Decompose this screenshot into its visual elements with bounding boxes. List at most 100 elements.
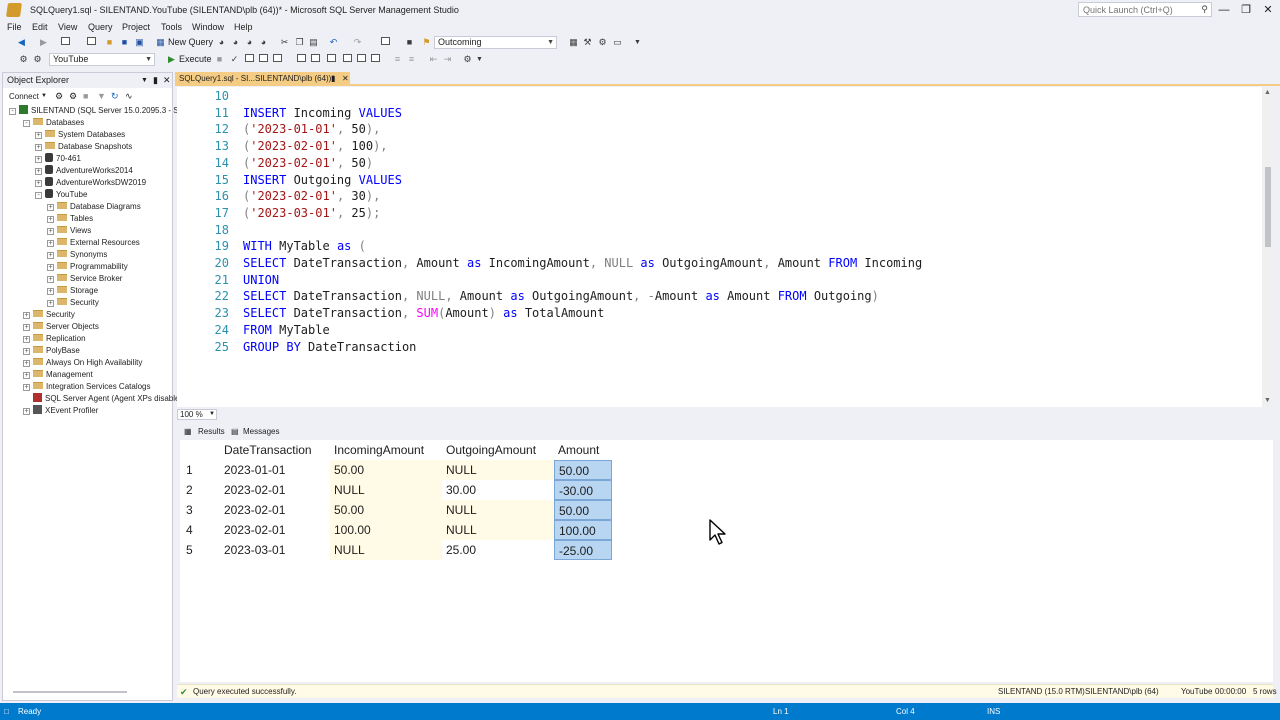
- tab-sqlquery1[interactable]: SQLQuery1.sql - SI...SILENTAND\plb (64))…: [175, 72, 350, 86]
- toolbar-options-icon[interactable]: ▼: [474, 54, 485, 65]
- grid-cell[interactable]: NULL: [330, 480, 442, 500]
- grid-cell[interactable]: 100.00: [554, 520, 612, 540]
- close-tab-icon[interactable]: ✕: [342, 72, 349, 86]
- code-line[interactable]: 15 INSERT Outgoing VALUES: [177, 172, 1257, 188]
- code-line[interactable]: 16 ('2023-02-01', 30),: [177, 188, 1257, 204]
- parse-checkmark-icon[interactable]: ✓: [229, 54, 240, 65]
- new-query-icon[interactable]: ▦: [155, 37, 166, 48]
- results-grid[interactable]: DateTransaction IncomingAmount OutgoingAmo…: [180, 440, 1273, 682]
- tree-node[interactable]: + Database Diagrams: [47, 201, 141, 213]
- expand-icon[interactable]: +: [47, 288, 54, 295]
- tree-node[interactable]: +70-461: [35, 153, 81, 165]
- expand-icon[interactable]: +: [47, 300, 54, 307]
- grid-cell[interactable]: 25.00: [442, 540, 554, 560]
- tree-node[interactable]: + Programmability: [47, 261, 128, 273]
- tools-icon[interactable]: ⚒: [582, 37, 593, 48]
- cut-icon[interactable]: ✂: [279, 37, 290, 48]
- find-combo[interactable]: Outcoming ▼: [434, 36, 557, 49]
- toolbar-options-icon[interactable]: ▼: [632, 37, 643, 48]
- code-line[interactable]: 14 ('2023-02-01', 50): [177, 155, 1257, 171]
- collapse-icon[interactable]: -: [23, 120, 30, 127]
- database-engine-query-icon[interactable]: ◕: [216, 37, 227, 48]
- tree-node[interactable]: + Integration Services Catalogs: [23, 381, 151, 393]
- close-icon[interactable]: ✕: [163, 73, 171, 88]
- stop-icon[interactable]: ■: [83, 91, 88, 102]
- panel-dropdown-icon[interactable]: ▼: [141, 73, 148, 88]
- specify-values-icon[interactable]: ⚙: [462, 54, 473, 65]
- grid-cell[interactable]: 100.00: [330, 520, 442, 540]
- open-folder-icon[interactable]: ■: [104, 37, 115, 48]
- paste-icon[interactable]: ▤: [308, 37, 319, 48]
- back-icon[interactable]: ◀: [16, 37, 27, 48]
- code-line[interactable]: 12 ('2023-01-01', 50),: [177, 121, 1257, 137]
- expand-icon[interactable]: +: [35, 168, 42, 175]
- code-line[interactable]: 11 INSERT Incoming VALUES: [177, 105, 1257, 121]
- query-designer-icon[interactable]: [258, 54, 269, 65]
- activity-monitor-icon[interactable]: ∿: [125, 91, 133, 102]
- search-icon[interactable]: ⚲: [1201, 4, 1208, 15]
- copy-icon[interactable]: ❐: [294, 37, 305, 48]
- tree-node[interactable]: + Always On High Availability: [23, 357, 142, 369]
- menu-query[interactable]: Query: [88, 20, 113, 34]
- tree-node[interactable]: - YouTube: [35, 189, 87, 201]
- tree-node[interactable]: + System Databases: [35, 129, 125, 141]
- tree-node[interactable]: + Database Snapshots: [35, 141, 132, 153]
- row-number[interactable]: 5: [180, 540, 220, 560]
- expand-icon[interactable]: +: [47, 264, 54, 271]
- tree-node[interactable]: + Security: [23, 309, 75, 321]
- grid-cell[interactable]: NULL: [442, 460, 554, 480]
- grid-cell[interactable]: NULL: [442, 500, 554, 520]
- filter-icon[interactable]: ▼: [97, 91, 106, 102]
- activity-monitor-icon[interactable]: [380, 37, 391, 48]
- expand-icon[interactable]: +: [23, 408, 30, 415]
- menu-file[interactable]: File: [7, 20, 22, 34]
- results-to-grid-icon[interactable]: [356, 54, 367, 65]
- scroll-down-icon[interactable]: ▼: [1264, 397, 1271, 404]
- expand-icon[interactable]: +: [23, 372, 30, 379]
- results-to-text-icon[interactable]: [342, 54, 353, 65]
- stop-icon[interactable]: ■: [214, 54, 225, 65]
- expand-icon[interactable]: +: [23, 360, 30, 367]
- live-stats-icon[interactable]: [310, 54, 321, 65]
- tree-node[interactable]: - Databases: [23, 117, 84, 129]
- tree-node[interactable]: + AdventureWorksDW2019: [35, 177, 146, 189]
- save-all-icon[interactable]: ▣: [134, 37, 145, 48]
- tab-results[interactable]: Results: [198, 424, 225, 440]
- code-line[interactable]: 19 WITH MyTable as (: [177, 238, 1257, 254]
- column-header[interactable]: DateTransaction: [220, 440, 330, 460]
- dmx-query-icon[interactable]: ◕: [244, 37, 255, 48]
- uncomment-icon[interactable]: ≡: [406, 54, 417, 65]
- intellisense-icon[interactable]: [272, 54, 283, 65]
- tab-messages[interactable]: Messages: [243, 424, 279, 440]
- sql-editor[interactable]: 10 11 INSERT Incoming VALUES 12 ('2023-01-01…: [177, 87, 1273, 407]
- mdx-query-icon[interactable]: ◕: [230, 37, 241, 48]
- grid-cell[interactable]: -25.00: [554, 540, 612, 560]
- menu-project[interactable]: Project: [122, 20, 150, 34]
- connect-object-explorer-icon[interactable]: ⚙: [55, 91, 63, 102]
- code-line[interactable]: 18: [177, 222, 1257, 238]
- expand-icon[interactable]: +: [47, 276, 54, 283]
- collapse-icon[interactable]: -: [35, 192, 42, 199]
- chevron-down-icon[interactable]: ▼: [209, 410, 215, 419]
- menu-tools[interactable]: Tools: [161, 20, 182, 34]
- quick-launch-input[interactable]: [1079, 3, 1197, 16]
- tree-node[interactable]: + Views: [47, 225, 91, 237]
- editor-vertical-scrollbar[interactable]: ▲ ▼: [1262, 87, 1274, 407]
- code-line[interactable]: 21 UNION: [177, 272, 1257, 288]
- chevron-down-icon[interactable]: ▼: [547, 37, 554, 48]
- database-selector[interactable]: YouTube ▼: [49, 53, 155, 66]
- expand-icon[interactable]: +: [35, 180, 42, 187]
- comment-icon[interactable]: ≡: [392, 54, 403, 65]
- expand-icon[interactable]: +: [47, 228, 54, 235]
- expand-icon[interactable]: +: [23, 336, 30, 343]
- menu-help[interactable]: Help: [234, 20, 253, 34]
- undo-icon[interactable]: ↶: [328, 37, 339, 48]
- forward-icon[interactable]: ▶: [38, 37, 49, 48]
- horizontal-scrollbar[interactable]: [13, 691, 127, 693]
- grid-cell[interactable]: NULL: [330, 540, 442, 560]
- tree-node[interactable]: + Replication: [23, 333, 86, 345]
- row-number[interactable]: 3: [180, 500, 220, 520]
- expand-icon[interactable]: +: [47, 204, 54, 211]
- new-file-icon[interactable]: [86, 37, 97, 48]
- tree-node[interactable]: + PolyBase: [23, 345, 80, 357]
